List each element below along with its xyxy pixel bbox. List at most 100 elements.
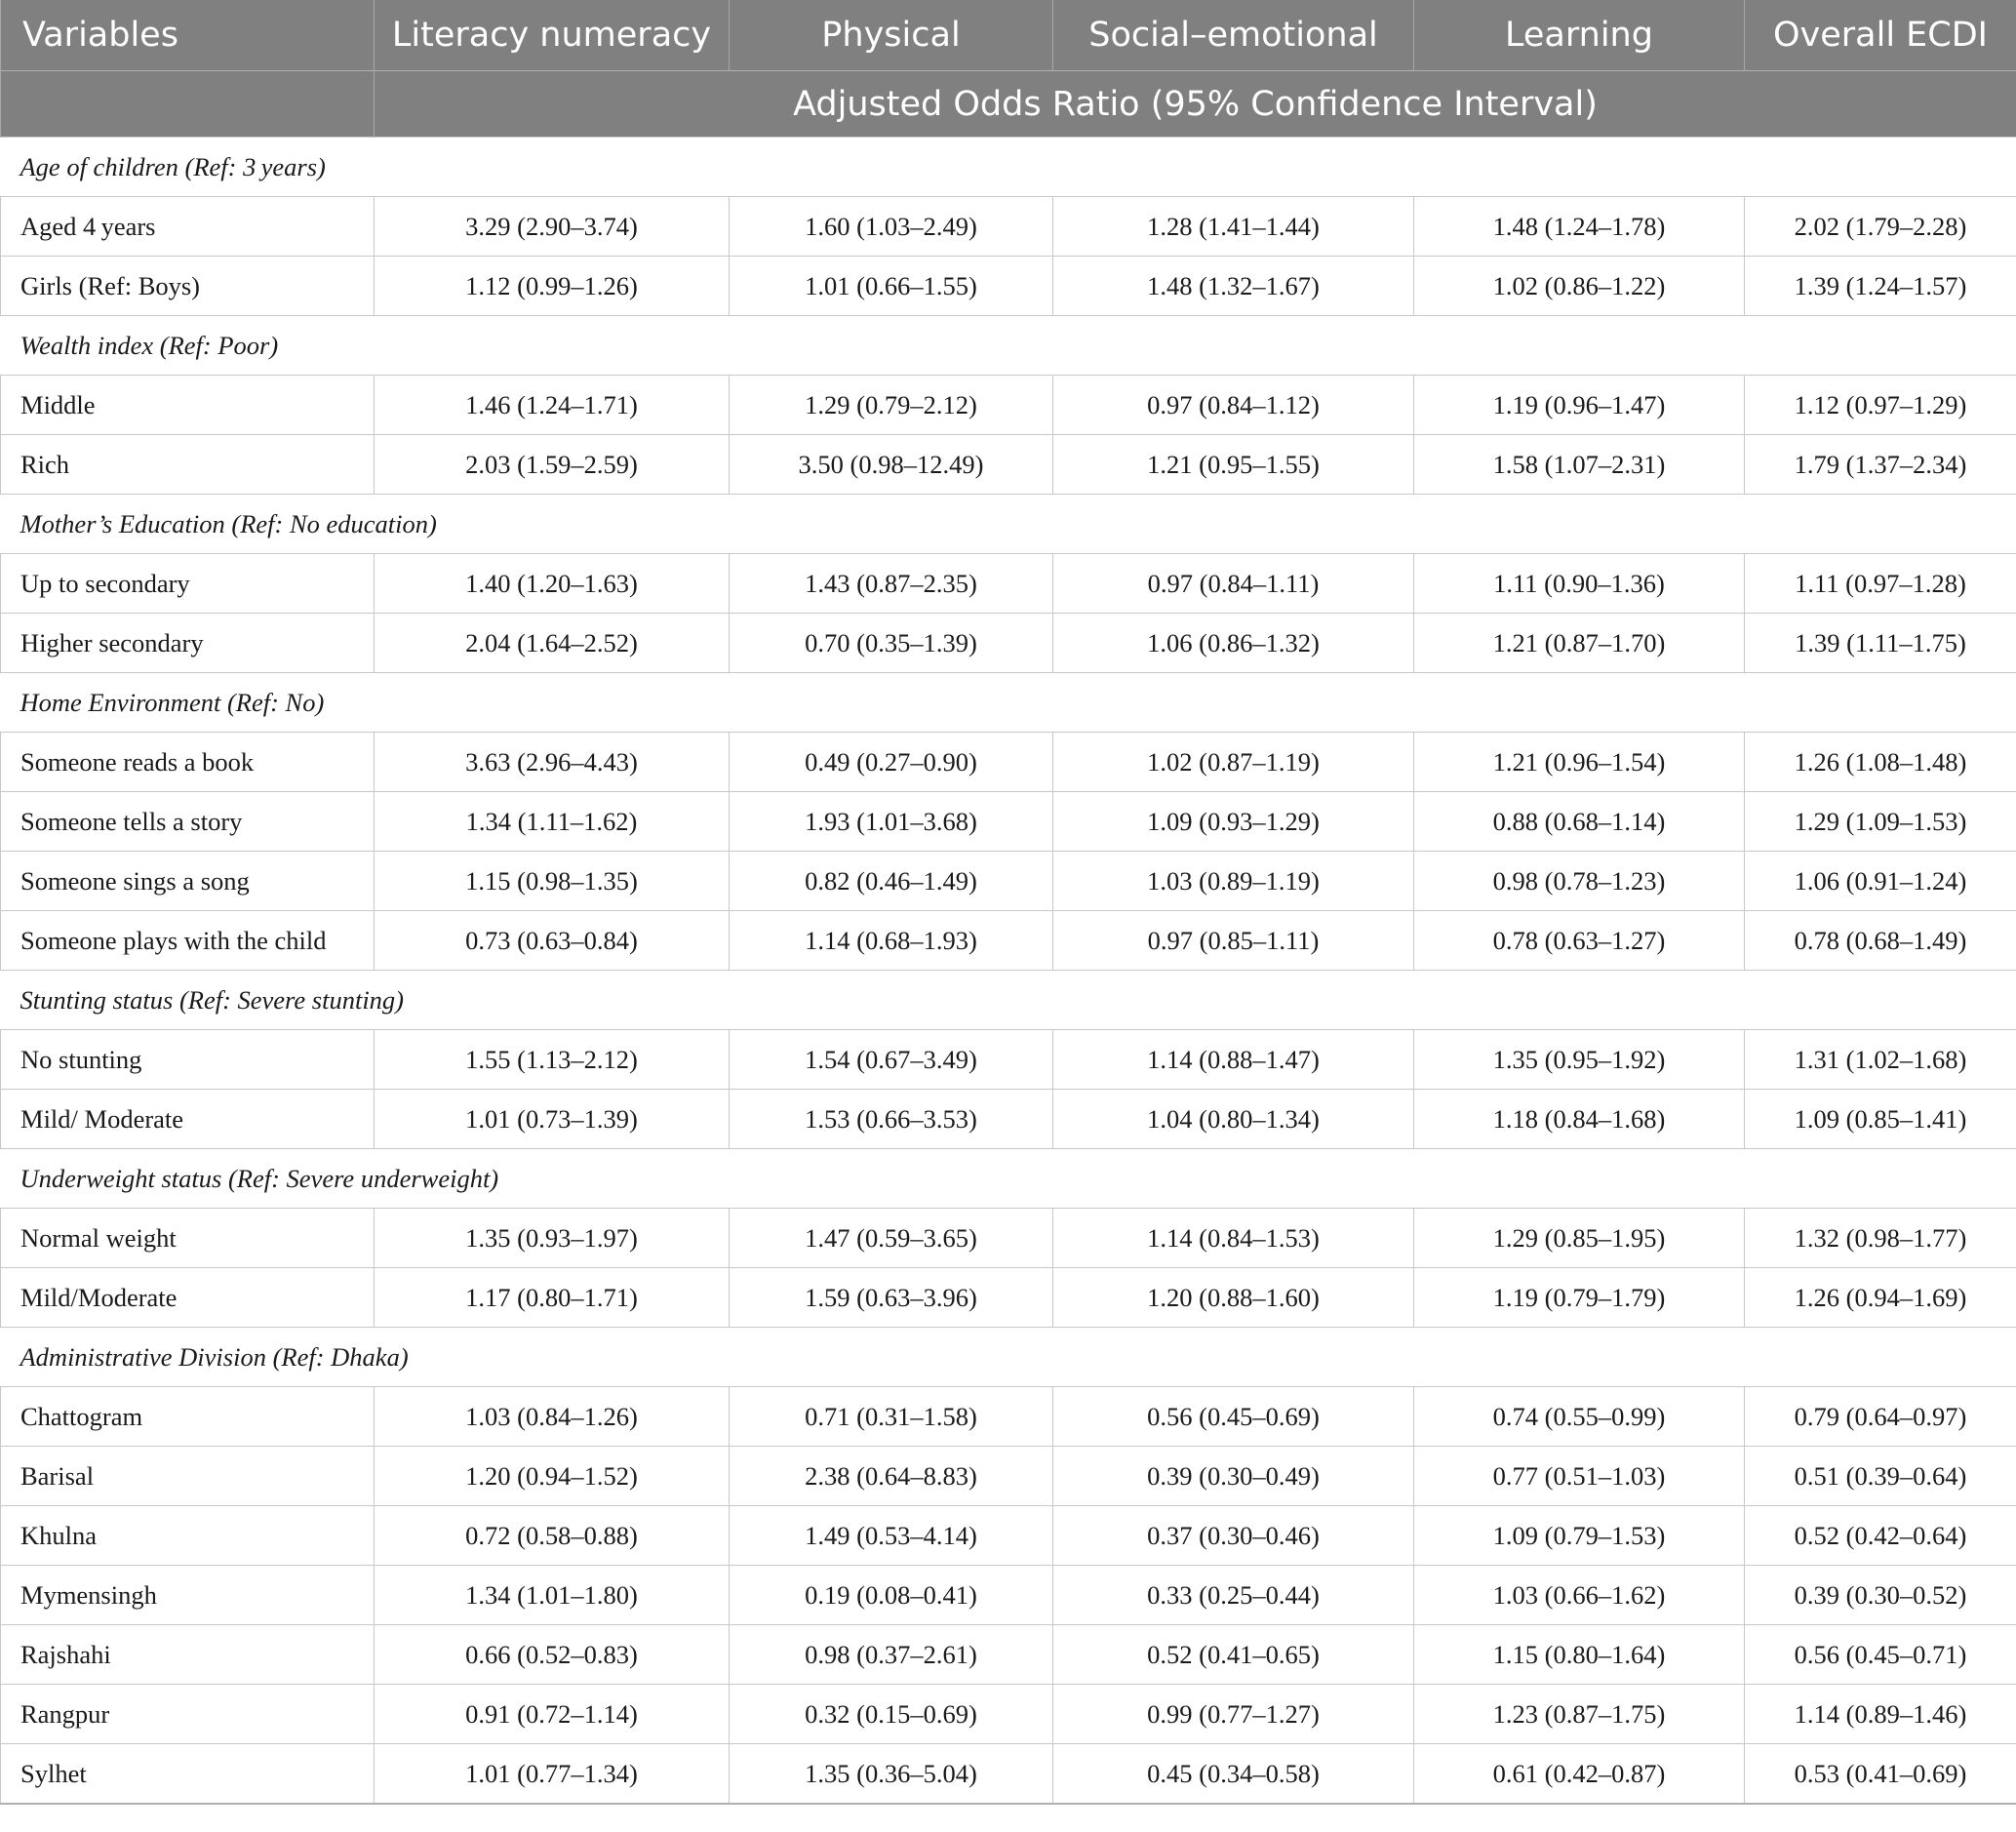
table-cell: 0.32 (0.15–0.69) — [729, 1684, 1053, 1744]
table-cell: 1.46 (1.24–1.71) — [374, 375, 730, 435]
table-cell: 1.29 (0.79–2.12) — [729, 375, 1053, 435]
table-cell: 1.03 (0.84–1.26) — [374, 1386, 730, 1447]
section-row: Home Environment (Ref: No) — [0, 672, 2016, 733]
row-label: Barisal — [0, 1446, 375, 1506]
table-cell: 1.21 (0.87–1.70) — [1413, 613, 1745, 673]
table-cell: 3.29 (2.90–3.74) — [374, 196, 730, 257]
table-cell: 0.49 (0.27–0.90) — [729, 732, 1053, 792]
table-cell: 1.35 (0.36–5.04) — [729, 1743, 1053, 1805]
table-cell: 1.09 (0.85–1.41) — [1744, 1089, 2016, 1149]
table-cell: 0.82 (0.46–1.49) — [729, 851, 1053, 911]
table-cell: 2.03 (1.59–2.59) — [374, 434, 730, 495]
row-label: Chattogram — [0, 1386, 375, 1447]
table-cell: 0.97 (0.84–1.12) — [1052, 375, 1414, 435]
section-row: Administrative Division (Ref: Dhaka) — [0, 1327, 2016, 1387]
table-cell: 1.53 (0.66–3.53) — [729, 1089, 1053, 1149]
table-cell: 1.20 (0.88–1.60) — [1052, 1267, 1414, 1328]
table-cell: 0.53 (0.41–0.69) — [1744, 1743, 2016, 1805]
table-cell: 0.72 (0.58–0.88) — [374, 1505, 730, 1566]
column-header-physical: Physical — [729, 0, 1053, 71]
table-cell: 1.11 (0.97–1.28) — [1744, 553, 2016, 614]
table-row: Rajshahi 0.66 (0.52–0.83) 0.98 (0.37–2.61)… — [0, 1624, 2016, 1685]
table-cell: 1.31 (1.02–1.68) — [1744, 1029, 2016, 1090]
table-row: Rich 2.03 (1.59–2.59) 3.50 (0.98–12.49) 1.2… — [0, 434, 2016, 495]
table-cell: 0.98 (0.78–1.23) — [1413, 851, 1745, 911]
row-label: Rajshahi — [0, 1624, 375, 1685]
table-cell: 0.79 (0.64–0.97) — [1744, 1386, 2016, 1447]
section-row: Underweight status (Ref: Severe underwei… — [0, 1148, 2016, 1209]
section-label: Underweight status (Ref: Severe underwei… — [0, 1148, 2016, 1209]
table-row: Mymensingh 1.34 (1.01–1.80) 0.19 (0.08–0.4… — [0, 1565, 2016, 1625]
table-row: Middle 1.46 (1.24–1.71) 1.29 (0.79–2.12) 0.… — [0, 375, 2016, 435]
row-label: Khulna — [0, 1505, 375, 1566]
header-row: Variables Literacy numeracy Physical Soc… — [0, 0, 2016, 71]
table-cell: 1.34 (1.01–1.80) — [374, 1565, 730, 1625]
table-header: Variables Literacy numeracy Physical Soc… — [0, 0, 2016, 138]
table-cell: 1.43 (0.87–2.35) — [729, 553, 1053, 614]
table-cell: 0.98 (0.37–2.61) — [729, 1624, 1053, 1685]
row-label: Someone tells a story — [0, 791, 375, 852]
table-cell: 0.56 (0.45–0.71) — [1744, 1624, 2016, 1685]
table-cell: 1.02 (0.86–1.22) — [1413, 256, 1745, 316]
table-cell: 0.71 (0.31–1.58) — [729, 1386, 1053, 1447]
table-cell: 0.97 (0.85–1.11) — [1052, 910, 1414, 971]
table-cell: 1.01 (0.73–1.39) — [374, 1089, 730, 1149]
table-cell: 1.21 (0.95–1.55) — [1052, 434, 1414, 495]
table-cell: 1.17 (0.80–1.71) — [374, 1267, 730, 1328]
subheader-row: Adjusted Odds Ratio (95% Confidence Inte… — [0, 70, 2016, 138]
table-row: Aged 4 years 3.29 (2.90–3.74) 1.60 (1.03–2… — [0, 196, 2016, 257]
table-cell: 1.26 (0.94–1.69) — [1744, 1267, 2016, 1328]
row-label: Sylhet — [0, 1743, 375, 1805]
table-cell: 1.47 (0.59–3.65) — [729, 1208, 1053, 1268]
row-label: Rich — [0, 434, 375, 495]
table-cell: 0.66 (0.52–0.83) — [374, 1624, 730, 1685]
column-header-overall-ecdi: Overall ECDI — [1744, 0, 2016, 71]
table-cell: 1.11 (0.90–1.36) — [1413, 553, 1745, 614]
table-cell: 0.33 (0.25–0.44) — [1052, 1565, 1414, 1625]
table-cell: 1.39 (1.11–1.75) — [1744, 613, 2016, 673]
table-cell: 0.39 (0.30–0.52) — [1744, 1565, 2016, 1625]
table-cell: 0.88 (0.68–1.14) — [1413, 791, 1745, 852]
table-cell: 1.21 (0.96–1.54) — [1413, 732, 1745, 792]
table-cell: 0.77 (0.51–1.03) — [1413, 1446, 1745, 1506]
table-cell: 1.03 (0.66–1.62) — [1413, 1565, 1745, 1625]
section-row: Age of children (Ref: 3 years) — [0, 137, 2016, 197]
row-label: Mild/Moderate — [0, 1267, 375, 1328]
table-cell: 1.26 (1.08–1.48) — [1744, 732, 2016, 792]
table-cell: 1.48 (1.24–1.78) — [1413, 196, 1745, 257]
column-header-literacy-numeracy: Literacy numeracy — [374, 0, 730, 71]
table-cell: 1.59 (0.63–3.96) — [729, 1267, 1053, 1328]
table-cell: 1.14 (0.68–1.93) — [729, 910, 1053, 971]
section-label: Wealth index (Ref: Poor) — [0, 315, 2016, 376]
odds-ratio-table: Variables Literacy numeracy Physical Soc… — [0, 0, 2016, 1805]
row-label: Normal weight — [0, 1208, 375, 1268]
table-cell: 2.38 (0.64–8.83) — [729, 1446, 1053, 1506]
table-cell: 1.03 (0.89–1.19) — [1052, 851, 1414, 911]
table-cell: 1.23 (0.87–1.75) — [1413, 1684, 1745, 1744]
table-cell: 0.51 (0.39–0.64) — [1744, 1446, 2016, 1506]
table-cell: 0.99 (0.77–1.27) — [1052, 1684, 1414, 1744]
table-cell: 0.56 (0.45–0.69) — [1052, 1386, 1414, 1447]
row-label: Middle — [0, 375, 375, 435]
table-cell: 1.01 (0.66–1.55) — [729, 256, 1053, 316]
table-cell: 1.14 (0.88–1.47) — [1052, 1029, 1414, 1090]
table-cell: 1.79 (1.37–2.34) — [1744, 434, 2016, 495]
section-label: Age of children (Ref: 3 years) — [0, 137, 2016, 197]
table-cell: 1.93 (1.01–3.68) — [729, 791, 1053, 852]
table-cell: 1.14 (0.84–1.53) — [1052, 1208, 1414, 1268]
table-cell: 1.12 (0.97–1.29) — [1744, 375, 2016, 435]
row-label: Rangpur — [0, 1684, 375, 1744]
row-label: Mild/ Moderate — [0, 1089, 375, 1149]
table-cell: 1.15 (0.80–1.64) — [1413, 1624, 1745, 1685]
table-row: Higher secondary 2.04 (1.64–2.52) 0.70 (0.… — [0, 613, 2016, 673]
section-label: Stunting status (Ref: Severe stunting) — [0, 970, 2016, 1030]
table-cell: 1.15 (0.98–1.35) — [374, 851, 730, 911]
table-row: No stunting 1.55 (1.13–2.12) 1.54 (0.67–3.… — [0, 1029, 2016, 1090]
table-cell: 1.60 (1.03–2.49) — [729, 196, 1053, 257]
table-cell: 1.09 (0.93–1.29) — [1052, 791, 1414, 852]
table-row: Someone tells a story 1.34 (1.11–1.62) 1.9… — [0, 791, 2016, 852]
table-cell: 2.02 (1.79–2.28) — [1744, 196, 2016, 257]
table-cell: 1.06 (0.91–1.24) — [1744, 851, 2016, 911]
table-cell: 1.14 (0.89–1.46) — [1744, 1684, 2016, 1744]
table-cell: 1.34 (1.11–1.62) — [374, 791, 730, 852]
